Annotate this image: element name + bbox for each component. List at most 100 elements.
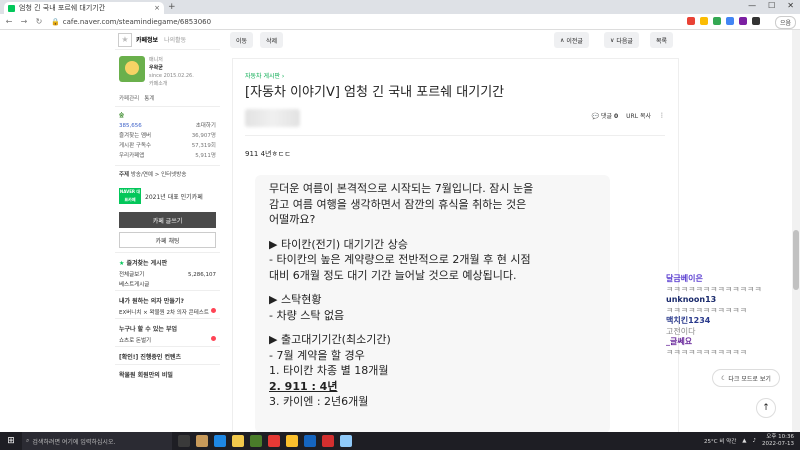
tab-my-activity[interactable]: 나의활동 <box>164 35 186 44</box>
back-icon[interactable]: ← <box>3 17 15 26</box>
divider <box>245 135 665 136</box>
move-button[interactable]: 이동 <box>230 32 254 48</box>
url-copy-button[interactable]: URL 복사 <box>626 111 651 120</box>
naver-award-text: 2021년 대표 인기카페 <box>145 193 203 201</box>
best-posts-link[interactable]: 베스트게시글 <box>115 280 220 290</box>
chat-message: ㅋㅋㅋㅋㅋㅋㅋㅋㅋㅋㅋ <box>666 347 747 357</box>
app-icon[interactable] <box>322 435 334 447</box>
cafe-profile: 매니저 우왁굳 since 2015.02.26. 카페소개 <box>119 56 216 88</box>
network-icon[interactable]: ▲ <box>742 438 746 444</box>
menu-group-title: 내가 원하는 의자 만들기? <box>115 290 220 308</box>
content-spacer <box>269 228 596 237</box>
list-button[interactable]: 목록 <box>650 32 674 48</box>
best-posts-label: 베스트게시글 <box>119 282 150 288</box>
cafe-manage-link[interactable]: 카페관리 <box>119 94 139 102</box>
prev-post-button[interactable]: ∧ 이전글 <box>554 32 589 48</box>
all-posts-link[interactable]: 전체글보기 5,286,107 <box>115 270 220 280</box>
browser-tab-bar: 엄청 긴 국내 포르쉐 대기기간 × + — ☐ ✕ <box>0 0 800 14</box>
extension-icon[interactable] <box>687 17 695 25</box>
cafe-page: ★ 카페정보 나의활동 매니저 우왁굳 since 2015.02.26. 카페… <box>0 30 800 433</box>
delete-button[interactable]: 삭제 <box>260 32 284 48</box>
cafe-avatar[interactable] <box>119 56 145 82</box>
volume-icon[interactable]: ♪ <box>753 438 757 444</box>
topic-value[interactable]: 방송/연예 > 인터넷방송 <box>131 172 187 178</box>
naver-award: NAVER 대표카페 2021년 대표 인기카페 <box>115 184 220 208</box>
chat-message: 맥치킨1234 <box>666 316 711 325</box>
content-line: 1. 타이칸 차종 별 18개월 <box>269 364 389 377</box>
app-icon[interactable] <box>250 435 262 447</box>
extension-icon[interactable] <box>739 17 747 25</box>
chrome-icon[interactable] <box>286 435 298 447</box>
scroll-top-button[interactable]: ↑ <box>756 398 776 418</box>
invite-link[interactable]: 초대하기 <box>196 121 216 131</box>
sidebar-tabs: ★ 카페정보 나의활동 <box>115 30 220 50</box>
scrollbar-thumb[interactable] <box>793 230 799 290</box>
taskbar-apps <box>178 435 352 447</box>
comments-label: 댓글 <box>600 113 613 120</box>
app-icon[interactable] <box>340 435 352 447</box>
app-icon[interactable] <box>196 435 208 447</box>
cafe-stats-link[interactable]: 통계 <box>144 94 154 102</box>
extension-icon[interactable] <box>726 17 734 25</box>
new-badge-icon <box>211 336 216 341</box>
content-line: 어떨까요? <box>269 213 316 226</box>
menu-item-shorts[interactable]: 쇼츠로 돈벌기 <box>115 336 220 346</box>
new-tab-button[interactable]: + <box>168 2 176 12</box>
extension-icon[interactable] <box>752 17 760 25</box>
reload-icon[interactable]: ↻ <box>33 17 45 26</box>
forward-icon[interactable]: → <box>18 17 30 26</box>
dark-mode-button[interactable]: ☾ 다크 모드로 보기 <box>712 369 780 387</box>
edge-icon[interactable] <box>214 435 226 447</box>
browser-tab[interactable]: 엄청 긴 국내 포르쉐 대기기간 × <box>4 2 164 14</box>
article-meta: 💬 댓글 0 URL 복사 ⋮ <box>592 111 665 120</box>
close-tab-icon[interactable]: × <box>154 4 160 12</box>
member-count: 385,656 <box>119 123 142 129</box>
menu-item-chair-contest[interactable]: EX버니치 × 왁물원 2차 의자 콘테스트 <box>115 308 220 318</box>
app-icon[interactable] <box>304 435 316 447</box>
write-post-button[interactable]: 카페 글쓰기 <box>119 212 216 228</box>
search-icon: ⌕ <box>26 437 30 444</box>
task-view-icon[interactable] <box>178 435 190 447</box>
minimize-icon[interactable]: — <box>748 1 756 10</box>
cafe-chat-button[interactable]: 카페 채팅 <box>119 232 216 248</box>
moon-icon: ☾ <box>721 374 729 382</box>
comments-link[interactable]: 💬 댓글 0 <box>592 111 619 120</box>
extension-icon[interactable] <box>700 17 708 25</box>
favorite-star-icon[interactable]: ★ <box>118 32 132 47</box>
profile-button[interactable]: 으음 <box>774 16 796 29</box>
tab-cafe-info[interactable]: 카페정보 <box>136 35 158 44</box>
cafe-intro-link[interactable]: 카페소개 <box>149 80 194 88</box>
system-tray: 25°C 비 약간 ▲ ♪ 오후 10:36 2022-07-13 <box>704 432 794 450</box>
url-field[interactable]: 🔒 cafe.naver.com/steamindiegame/6853060 <box>51 18 211 26</box>
fav-boards-title-text: 즐겨찾는 게시판 <box>126 260 168 267</box>
article-title: [자동차 이야기ᐯ] 엄청 긴 국내 포르쉐 대기기간 <box>245 85 505 100</box>
fav-members-count: 36,907명 <box>191 133 216 139</box>
page-scrollbar[interactable] <box>792 30 800 432</box>
taskbar-search[interactable]: ⌕ 검색하려면 여기에 입력하십시오. <box>22 432 172 450</box>
left-gutter <box>0 30 110 432</box>
chat-message: ㅋㅋㅋㅋㅋㅋㅋㅋㅋㅋㅋㅋㅋ <box>666 284 762 294</box>
fav-boards-title: ★ 즐겨찾는 게시판 <box>115 252 220 270</box>
next-post-button[interactable]: ∨ 다음글 <box>604 32 639 48</box>
weather-widget[interactable]: 25°C 비 약간 <box>704 437 736 445</box>
cafe-sidebar: ★ 카페정보 나의활동 매니저 우왁굳 since 2015.02.26. 카페… <box>115 30 220 432</box>
cafe-stats: 숲 385,656 초대하기 즐겨찾는 멤버 36,907명 게시판 구독수 57,3… <box>115 106 220 165</box>
maximize-icon[interactable]: ☐ <box>768 1 775 10</box>
cafe-topic: 주제 방송/연예 > 인터넷방송 <box>115 165 220 184</box>
content-line: 대비 6개월 정도 대기 기간 늘어날 것으로 예상됩니다. <box>269 268 517 282</box>
dark-mode-label: 다크 모드로 보기 <box>728 375 771 383</box>
file-explorer-icon[interactable] <box>232 435 244 447</box>
extension-icon[interactable] <box>713 17 721 25</box>
board-category-link[interactable]: 자동차 게시판 › <box>245 71 284 80</box>
fav-members-label: 즐겨찾는 멤버 <box>119 133 152 139</box>
chat-message: _글쎄요 <box>666 337 693 346</box>
naver-badge-icon: NAVER 대표카페 <box>119 188 141 204</box>
more-options-icon[interactable]: ⋮ <box>659 112 665 119</box>
windows-start-icon[interactable]: ⊞ <box>0 436 22 446</box>
close-window-icon[interactable]: ✕ <box>787 1 794 10</box>
app-icon[interactable] <box>268 435 280 447</box>
browser-tab-title: 엄청 긴 국내 포르쉐 대기기간 <box>19 4 106 12</box>
content-line: - 타이칸의 높은 계약량으로 전반적으로 2개월 후 현 시점 <box>269 253 531 266</box>
clock[interactable]: 오후 10:36 2022-07-13 <box>762 434 794 448</box>
manager-name[interactable]: 우왁굳 <box>149 64 194 72</box>
